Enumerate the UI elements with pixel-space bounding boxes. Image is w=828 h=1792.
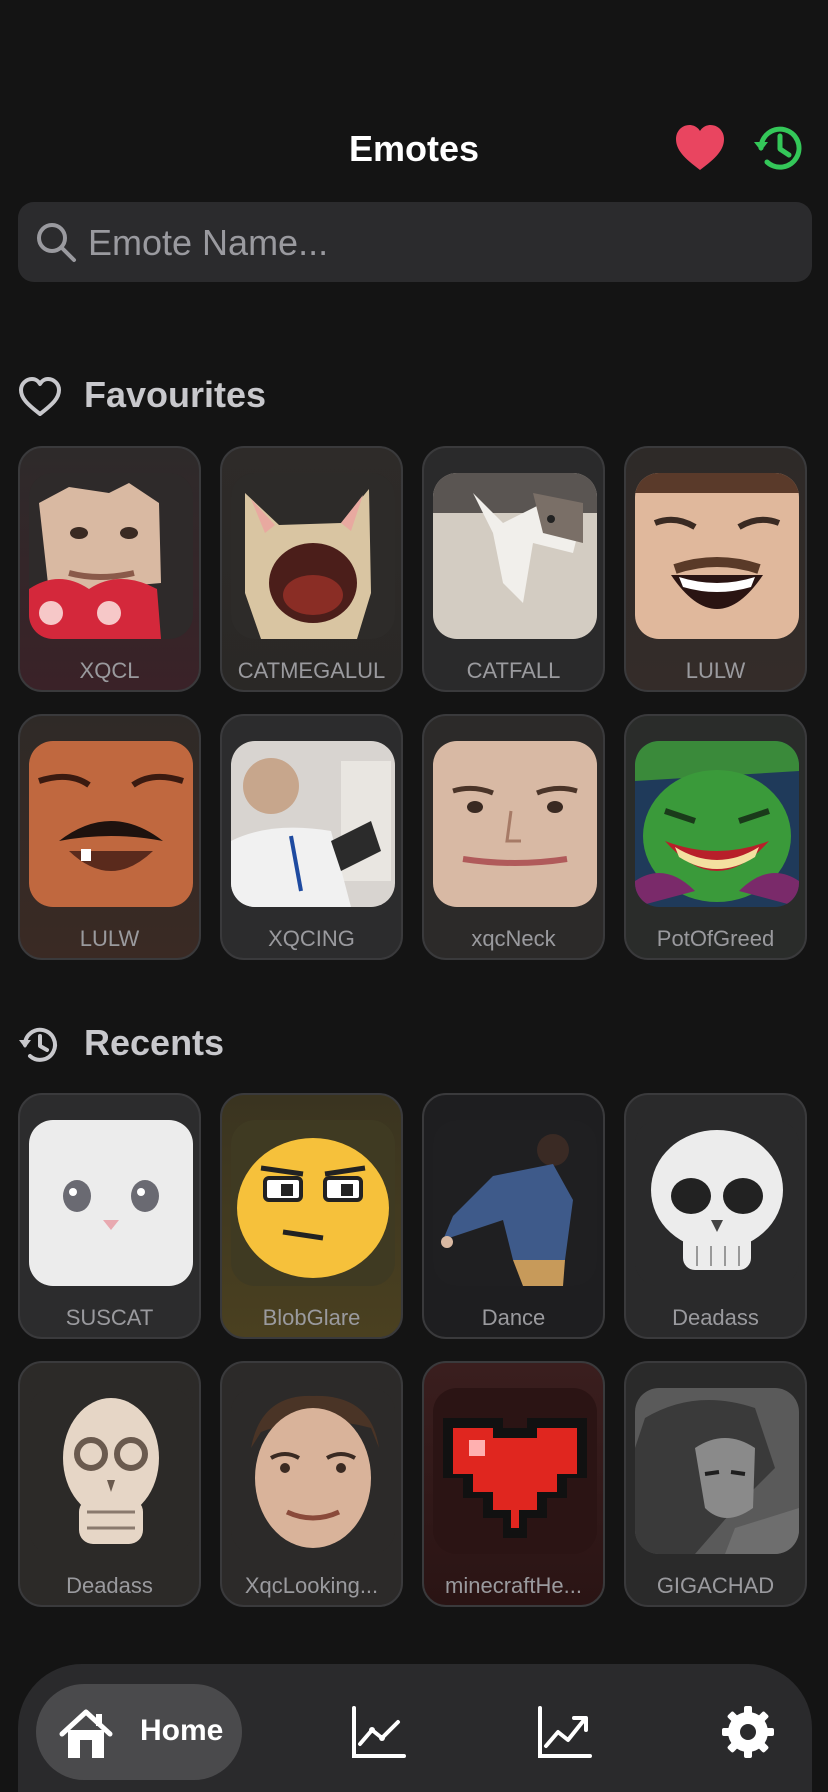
emote-card-xqcneck[interactable]: xqcNeck xyxy=(422,714,605,960)
gear-icon[interactable] xyxy=(720,1704,776,1760)
emote-image xyxy=(29,1120,193,1286)
trending-up-icon[interactable] xyxy=(536,1704,592,1760)
emote-card-lulw-2[interactable]: LULW xyxy=(18,714,201,960)
search-bar xyxy=(18,202,812,284)
emote-image xyxy=(635,473,799,639)
emote-name: Deadass xyxy=(66,1573,153,1598)
emote-image xyxy=(433,1120,597,1286)
emote-image xyxy=(635,1388,799,1554)
emote-image xyxy=(29,1388,193,1554)
search-icon xyxy=(37,223,76,262)
emote-card-potofgreed[interactable]: PotOfGreed xyxy=(624,714,807,960)
emote-name: LULW xyxy=(79,926,140,951)
favourites-label: Favourites xyxy=(84,374,267,415)
emote-name: SUSCAT xyxy=(65,1305,154,1330)
emote-card-xqcing[interactable]: XQCING xyxy=(220,714,403,960)
emote-image xyxy=(433,1388,597,1554)
emote-name: GIGACHAD xyxy=(656,1573,775,1598)
emote-card-xqcl[interactable]: XQCL xyxy=(18,446,201,692)
heart-outline-icon xyxy=(19,377,61,416)
emote-image xyxy=(231,473,395,639)
emote-card-suscat[interactable]: SUSCAT xyxy=(18,1093,201,1339)
tab-home[interactable]: Home xyxy=(36,1684,242,1780)
emote-image xyxy=(635,1120,799,1286)
emote-card-lulw[interactable]: LULW xyxy=(624,446,807,692)
emote-image xyxy=(231,1120,395,1286)
emote-card-xqclooking[interactable]: XqcLooking... xyxy=(220,1361,403,1607)
emote-name: minecraftHe... xyxy=(445,1573,582,1598)
recents-label: Recents xyxy=(84,1022,225,1063)
recents-header: Recents xyxy=(18,1020,318,1070)
emote-card-blobglare[interactable]: BlobGlare xyxy=(220,1093,403,1339)
tab-bar: Home xyxy=(18,1664,812,1792)
emote-name: Deadass xyxy=(672,1305,759,1330)
favourites-grid: XQCL CATMEGALUL CATFALL LULW LULW XQCING… xyxy=(18,446,814,966)
emote-image xyxy=(433,473,597,639)
emote-name: XQCING xyxy=(268,926,355,951)
emote-name: PotOfGreed xyxy=(656,926,775,951)
emote-name: xqcNeck xyxy=(471,926,556,951)
emote-name: LULW xyxy=(685,658,746,683)
emote-name: CATFALL xyxy=(466,658,561,683)
emote-name: CATMEGALUL xyxy=(237,658,386,683)
tab-home-label: Home xyxy=(140,1714,224,1747)
emote-image xyxy=(231,741,395,907)
history-icon[interactable] xyxy=(752,120,808,176)
history-icon xyxy=(19,1027,57,1062)
emote-card-dance[interactable]: Dance xyxy=(422,1093,605,1339)
home-icon xyxy=(59,1709,113,1758)
emote-name: Dance xyxy=(481,1305,546,1330)
recents-grid: SUSCAT BlobGlare Dance Deadass Deadass X… xyxy=(18,1093,814,1613)
emote-card-catfall[interactable]: CATFALL xyxy=(422,446,605,692)
emote-card-deadass[interactable]: Deadass xyxy=(624,1093,807,1339)
chart-line-icon[interactable] xyxy=(350,1704,406,1760)
emote-image xyxy=(29,741,193,907)
heart-icon[interactable] xyxy=(672,120,728,176)
emote-card-deadass-2[interactable]: Deadass xyxy=(18,1361,201,1607)
emote-card-catmegalul[interactable]: CATMEGALUL xyxy=(220,446,403,692)
emote-name: XQCL xyxy=(79,658,140,683)
favourites-header: Favourites xyxy=(18,372,318,422)
emote-image xyxy=(433,741,597,907)
emote-image xyxy=(231,1388,395,1554)
emote-image xyxy=(29,473,193,639)
emote-card-minecraftheart[interactable]: minecraftHe... xyxy=(422,1361,605,1607)
header: Emotes xyxy=(0,120,828,180)
emote-card-gigachad[interactable]: GIGACHAD xyxy=(624,1361,807,1607)
emote-name: BlobGlare xyxy=(262,1305,361,1330)
emote-name: XqcLooking... xyxy=(244,1573,379,1598)
emote-image xyxy=(635,741,799,907)
search-input[interactable] xyxy=(86,202,790,284)
